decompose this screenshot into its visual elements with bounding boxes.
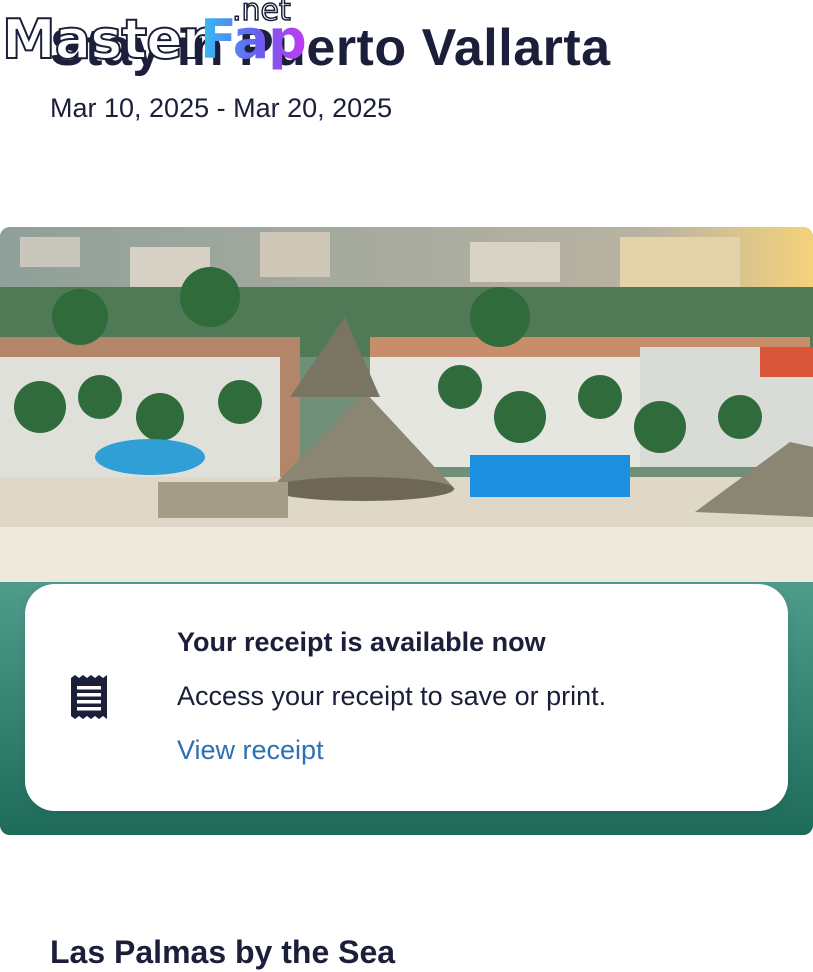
watermark-logo: Master Fap .net — [0, 0, 320, 80]
trip-date-range: Mar 10, 2025 - Mar 20, 2025 — [50, 93, 393, 123]
receipt-title: Your receipt is available now — [177, 627, 546, 657]
receipt-icon — [71, 675, 107, 719]
view-receipt-link[interactable]: View receipt — [177, 732, 324, 768]
watermark-text-net: .net — [231, 0, 291, 28]
receipt-card: Your receipt is available now Access you… — [25, 584, 788, 811]
hotel-name: Las Palmas by the Sea — [50, 934, 396, 970]
receipt-description: Access your receipt to save or print. — [177, 681, 607, 711]
watermark-text-master: Master — [1, 8, 209, 71]
